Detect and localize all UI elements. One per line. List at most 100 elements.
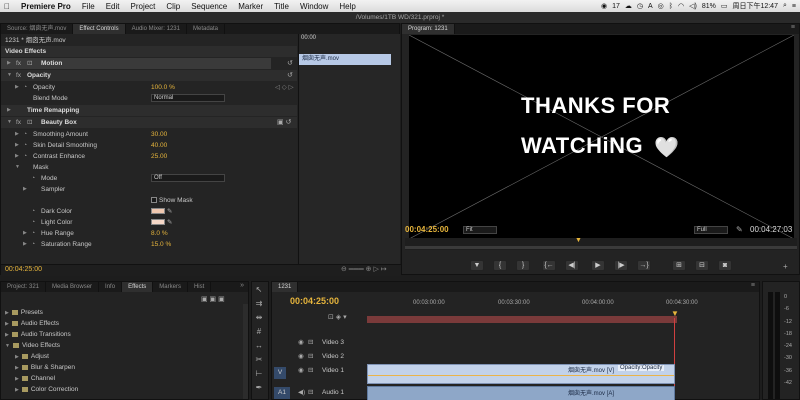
eye-icon[interactable]: ◉ (298, 350, 304, 363)
input-icon[interactable]: A (648, 3, 653, 10)
skin-detail-value[interactable]: 40.00 (151, 140, 167, 151)
expand-icon[interactable]: ▶ (15, 129, 19, 140)
ripple-edit-tool-icon[interactable]: ⇹ (253, 312, 265, 324)
program-timecode[interactable]: 00:04:25:00 (405, 225, 449, 234)
zoom-track[interactable] (405, 246, 797, 249)
expand-icon[interactable]: ▶ (7, 105, 11, 116)
effect-menu-icon[interactable]: ▣ ↺ (277, 118, 291, 126)
tab-history[interactable]: Hist (188, 282, 212, 292)
tab-effects[interactable]: Effects (122, 282, 154, 292)
tab-markers[interactable]: Markers (153, 282, 188, 292)
stopwatch-icon[interactable]: ◔ (31, 173, 35, 184)
eyedropper-icon[interactable]: ✎ (167, 206, 172, 217)
opacity-rubberband[interactable] (368, 375, 674, 376)
list-item[interactable]: ▶ Audio Effects (5, 318, 59, 329)
cloud-icon[interactable]: ☁ (625, 2, 632, 10)
menu-help[interactable]: Help (339, 2, 355, 11)
tab-media-browser[interactable]: Media Browser (46, 282, 100, 292)
time-remap-row[interactable]: ▶ Time Remapping (1, 105, 297, 116)
playhead-icon[interactable]: ▼ (671, 309, 679, 318)
expand-opacity-icon[interactable]: ▼ (7, 70, 12, 81)
expand-icon[interactable]: ▶ (23, 228, 27, 239)
apple-menu-icon[interactable]:  (4, 2, 10, 11)
tab-metadata[interactable]: Metadata (187, 24, 226, 34)
clock-status-icon[interactable]: ◷ (637, 2, 643, 10)
track-audio-1[interactable]: A1 ◀) ⊟ Audio 1 (272, 386, 367, 399)
expand-icon[interactable]: ▶ (15, 140, 19, 151)
track-video-1[interactable]: V ◉ ⊟ Video 1 (272, 364, 367, 384)
stopwatch-icon[interactable]: ◔ (31, 217, 35, 228)
tab-effect-controls[interactable]: Effect Controls (73, 24, 126, 34)
bluetooth-icon[interactable]: ᛒ (669, 3, 673, 10)
work-area-bar[interactable] (367, 316, 677, 323)
time-ruler[interactable]: 00:03:00:00 00:03:30:00 00:04:00:00 00:0… (367, 300, 759, 310)
panel-menu-icon[interactable]: ≡ (791, 24, 795, 31)
scrollbar[interactable] (243, 304, 248, 399)
resolution-select[interactable]: Full (694, 226, 728, 234)
source-patch-v[interactable]: V (274, 367, 286, 379)
stopwatch-icon[interactable]: ◔ (23, 140, 27, 151)
lock-icon[interactable]: ⊟ (308, 336, 313, 349)
ec-clip-bar[interactable]: 烟囱无声.mov (299, 54, 391, 65)
expand-icon[interactable]: ▶ (23, 239, 27, 250)
panel-expand-icon[interactable]: » (240, 282, 244, 289)
menu-sequence[interactable]: Sequence (191, 2, 227, 11)
eye-icon[interactable]: ◉ (298, 336, 304, 349)
playhead-icon[interactable]: ▼ (575, 237, 582, 244)
mode-select[interactable]: Off (151, 174, 225, 182)
add-marker-button[interactable]: ▼ (470, 260, 484, 271)
snap-icon[interactable]: ⊡ ◈ ▾ (328, 313, 347, 321)
pen-tool-icon[interactable]: ✒ (253, 382, 265, 394)
smoothing-value[interactable]: 30.00 (151, 129, 167, 140)
menu-list-icon[interactable]: ≡ (792, 3, 796, 10)
audio-clip[interactable]: 烟囱无声.mov [A] (367, 386, 675, 400)
lift-button[interactable]: ⊞ (672, 260, 686, 271)
stopwatch-icon[interactable]: ◔ (23, 82, 27, 93)
expand-icon[interactable]: ▼ (7, 117, 12, 128)
scrub-bar[interactable]: ▼ (405, 237, 797, 250)
light-color-swatch[interactable] (151, 219, 165, 225)
new-bin-icon[interactable]: ▣ ▣ ▣ (201, 295, 225, 303)
menu-clip[interactable]: Clip (166, 2, 180, 11)
wifi-icon[interactable]: ◠ (678, 2, 684, 10)
stopwatch-icon[interactable]: ◔ (31, 228, 35, 239)
reset-opacity-icon[interactable]: ↺ (287, 71, 293, 79)
motion-row[interactable]: ▶ fx ⊡ Motion (1, 58, 271, 69)
volume-icon[interactable]: ◁) (689, 2, 697, 10)
opacity-value[interactable]: 100.0 % (151, 82, 175, 93)
extract-button[interactable]: ⊟ (695, 260, 709, 271)
timeline-timecode[interactable]: 00:04:25:00 (290, 296, 339, 306)
slip-tool-icon[interactable]: ⊢ (253, 368, 265, 380)
stopwatch-icon[interactable]: ◔ (23, 129, 27, 140)
hue-range-value[interactable]: 8.0 % (151, 228, 168, 239)
track-video-3[interactable]: ◉ ⊟ Video 3 (272, 336, 367, 349)
opacity-row[interactable]: ▼ fx Opacity (1, 70, 297, 81)
settings-icon[interactable]: ✎ (736, 225, 743, 234)
go-to-out-button[interactable]: →} (637, 260, 651, 271)
menu-edit[interactable]: Edit (106, 2, 120, 11)
eye-icon[interactable]: ◎ (658, 2, 664, 10)
speaker-icon[interactable]: ◀) (298, 386, 305, 399)
tab-info[interactable]: Info (99, 282, 123, 292)
panel-menu-icon[interactable]: ≡ (751, 282, 755, 289)
tab-project[interactable]: Project: 321 (1, 282, 47, 292)
clock[interactable]: 周日下午12:47 (732, 1, 778, 11)
tab-program[interactable]: Program: 1231 (402, 24, 455, 34)
list-item[interactable]: ▶ Channel (15, 373, 55, 384)
track-video-2[interactable]: ◉ ⊟ Video 2 (272, 350, 367, 363)
expand-icon[interactable]: ▶ (15, 82, 19, 93)
menu-title[interactable]: Title (274, 2, 289, 11)
expand-motion-icon[interactable]: ▶ (7, 58, 11, 69)
keyframe-nav-icon[interactable]: ◁ ◇ ▷ (275, 82, 294, 93)
expand-icon[interactable]: ▶ (23, 184, 27, 195)
dark-color-swatch[interactable] (151, 208, 165, 214)
track-select-tool-icon[interactable]: ⇉ (253, 298, 265, 310)
list-item[interactable]: ▶ Blur & Sharpen (15, 362, 75, 373)
rolling-edit-tool-icon[interactable]: # (253, 326, 265, 338)
lock-icon[interactable]: ⊟ (308, 364, 313, 377)
wechat-icon[interactable]: ◉ (601, 2, 607, 10)
step-back-button[interactable]: ◀| (565, 260, 579, 271)
list-item[interactable]: ▶ Color Correction (15, 384, 78, 395)
list-item[interactable]: ▶ Adjust (15, 351, 49, 362)
go-to-in-button[interactable]: {← (542, 260, 556, 271)
